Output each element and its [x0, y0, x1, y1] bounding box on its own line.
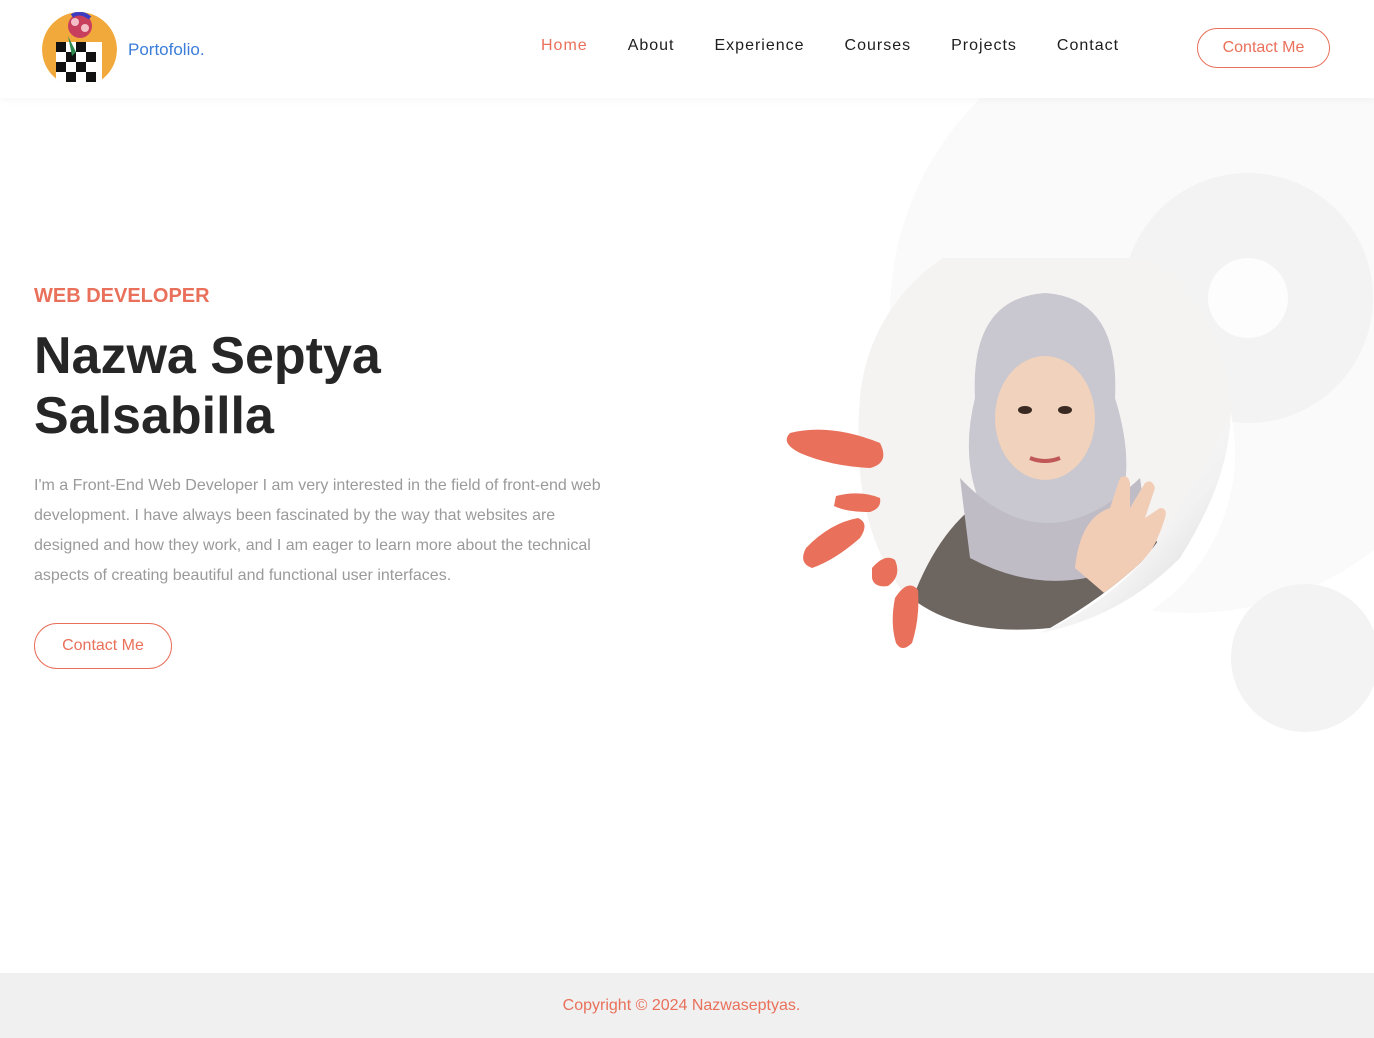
main-nav: Home About Experience Courses Projects C…	[541, 37, 1159, 55]
nav-contact[interactable]: Contact	[1057, 37, 1119, 55]
profile-photo	[858, 258, 1231, 630]
avatar-logo-icon	[42, 12, 117, 87]
nav-experience[interactable]: Experience	[715, 37, 805, 55]
hero-name-line1: Nazwa Septya	[34, 327, 381, 385]
portrait-frame	[855, 263, 1235, 643]
hero-description: I'm a Front-End Web Developer I am very …	[34, 477, 601, 584]
header-contact-button[interactable]: Contact Me	[1197, 28, 1330, 68]
nav-projects[interactable]: Projects	[951, 37, 1017, 55]
nav-home[interactable]: Home	[541, 37, 588, 55]
brand-name: Portofolio.	[128, 39, 205, 59]
bg-blob-large	[890, 98, 1374, 613]
hero-contact-button[interactable]: Contact Me	[34, 623, 172, 669]
bg-ring-hole	[1208, 258, 1288, 338]
hero-name: Nazwa Septya Salsabilla	[34, 326, 614, 446]
paint-splash-decoration	[786, 429, 919, 648]
page-curl	[1040, 418, 1230, 633]
logo[interactable]: Portofolio.	[42, 12, 205, 87]
hero-name-line2: Salsabilla	[34, 387, 274, 445]
copyright-text: Copyright © 2024 Nazwaseptyas.	[562, 996, 801, 1014]
nav-about[interactable]: About	[628, 37, 675, 55]
site-header: Portofolio. Home About Experience Course…	[0, 0, 1374, 98]
hero-section: WEB DEVELOPER Nazwa Septya Salsabilla I'…	[34, 285, 614, 669]
nav-courses[interactable]: Courses	[845, 37, 912, 55]
site-footer: Copyright © 2024 Nazwaseptyas.	[0, 973, 1374, 1038]
bg-blob-small	[1231, 584, 1374, 732]
bg-ring	[1123, 173, 1373, 423]
hero-subtitle: WEB DEVELOPER	[34, 285, 210, 307]
